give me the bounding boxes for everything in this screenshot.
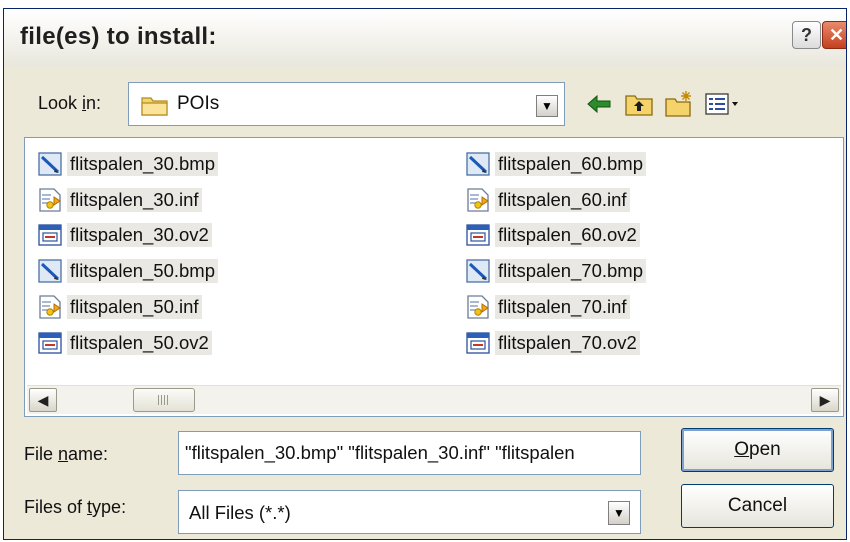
up-folder-icon[interactable] <box>624 89 654 119</box>
bitmap-file-icon <box>37 258 63 284</box>
file-type-value: All Files (*.*) <box>189 502 291 523</box>
file-type-dropdown[interactable]: All Files (*.*) ▼ <box>178 490 641 534</box>
file-column-right: flitspalen_60.bmp flitspalen_60.infflitsp… <box>465 146 647 361</box>
file-column-left: flitspalen_30.bmp flitspalen_30.infflitsp… <box>37 146 219 361</box>
file-list-item[interactable]: flitspalen_70.bmp <box>465 253 647 289</box>
file-name-input[interactable] <box>178 431 641 475</box>
file-list-item[interactable]: flitspalen_50.ov2 <box>37 325 218 361</box>
file-list-item[interactable]: flitspalen_50.inf <box>37 289 218 325</box>
file-name-text: flitspalen_50.bmp <box>67 259 219 284</box>
bitmap-file-icon <box>37 151 63 177</box>
look-in-dropdown[interactable]: POIs ▼ <box>128 82 565 126</box>
file-list-item[interactable]: flitspalen_60.inf <box>465 182 646 218</box>
open-button[interactable]: Open <box>681 428 834 472</box>
cancel-button[interactable]: Cancel <box>681 484 834 528</box>
scroll-right-button[interactable]: ▶ <box>811 388 839 412</box>
ov2-file-icon <box>465 222 491 248</box>
ov2-file-icon <box>37 222 63 248</box>
file-name-text: flitspalen_70.ov2 <box>495 330 640 355</box>
look-in-dropdown-arrow[interactable]: ▼ <box>536 95 558 117</box>
setup-info-file-icon <box>465 294 491 320</box>
file-name-label: File name: <box>24 444 109 464</box>
file-name-text: flitspalen_30.inf <box>67 187 202 212</box>
file-name-text: flitspalen_60.ov2 <box>495 223 640 248</box>
file-open-dialog: file(es) to install: ? ✕ Look in: POIs ▼… <box>3 8 847 540</box>
file-type-label: Files of type: <box>24 497 127 517</box>
look-in-value: POIs <box>177 93 220 114</box>
look-in-label: Look in: <box>38 93 102 113</box>
ov2-file-icon <box>465 330 491 356</box>
back-arrow-icon[interactable] <box>584 89 614 119</box>
file-name-text: flitspalen_50.ov2 <box>67 330 212 355</box>
file-list-item[interactable]: flitspalen_70.inf <box>465 289 646 325</box>
file-list[interactable]: flitspalen_30.bmp flitspalen_30.inf flitsp… <box>24 137 844 417</box>
ov2-file-icon <box>37 330 63 356</box>
title-bar[interactable]: file(es) to install: ? ✕ <box>4 9 846 67</box>
setup-info-file-icon <box>465 187 491 213</box>
horizontal-scrollbar[interactable]: ◀ ▶ <box>27 385 841 414</box>
file-list-item[interactable]: flitspalen_60.ov2 <box>465 218 646 254</box>
file-name-text: flitspalen_70.bmp <box>495 259 647 284</box>
grip-icon <box>158 395 170 405</box>
scroll-thumb[interactable] <box>133 388 195 412</box>
file-name-text: flitspalen_50.inf <box>67 295 202 320</box>
file-list-item[interactable]: flitspalen_70.ov2 <box>465 325 646 361</box>
bitmap-file-icon <box>465 258 491 284</box>
file-list-item[interactable]: flitspalen_30.bmp <box>37 146 219 182</box>
file-name-text: flitspalen_60.inf <box>495 187 630 212</box>
dialog-title: file(es) to install: <box>20 23 217 50</box>
file-type-dropdown-arrow[interactable]: ▼ <box>608 501 630 525</box>
file-name-text: flitspalen_30.bmp <box>67 151 219 176</box>
file-list-item[interactable]: flitspalen_60.bmp <box>465 146 647 182</box>
setup-info-file-icon <box>37 187 63 213</box>
file-name-text: flitspalen_60.bmp <box>495 151 647 176</box>
file-name-text: flitspalen_70.inf <box>495 295 630 320</box>
close-button[interactable]: ✕ <box>822 21 846 49</box>
file-list-item[interactable]: flitspalen_50.bmp <box>37 253 219 289</box>
new-folder-icon[interactable] <box>664 89 694 119</box>
bitmap-file-icon <box>465 151 491 177</box>
file-list-item[interactable]: flitspalen_30.ov2 <box>37 218 218 254</box>
scroll-left-button[interactable]: ◀ <box>29 388 57 412</box>
folder-icon <box>141 97 168 116</box>
view-menu-icon[interactable] <box>704 89 740 119</box>
setup-info-file-icon <box>37 294 63 320</box>
file-list-item[interactable]: flitspalen_30.inf <box>37 182 218 218</box>
file-name-text: flitspalen_30.ov2 <box>67 223 212 248</box>
help-button[interactable]: ? <box>792 21 821 49</box>
